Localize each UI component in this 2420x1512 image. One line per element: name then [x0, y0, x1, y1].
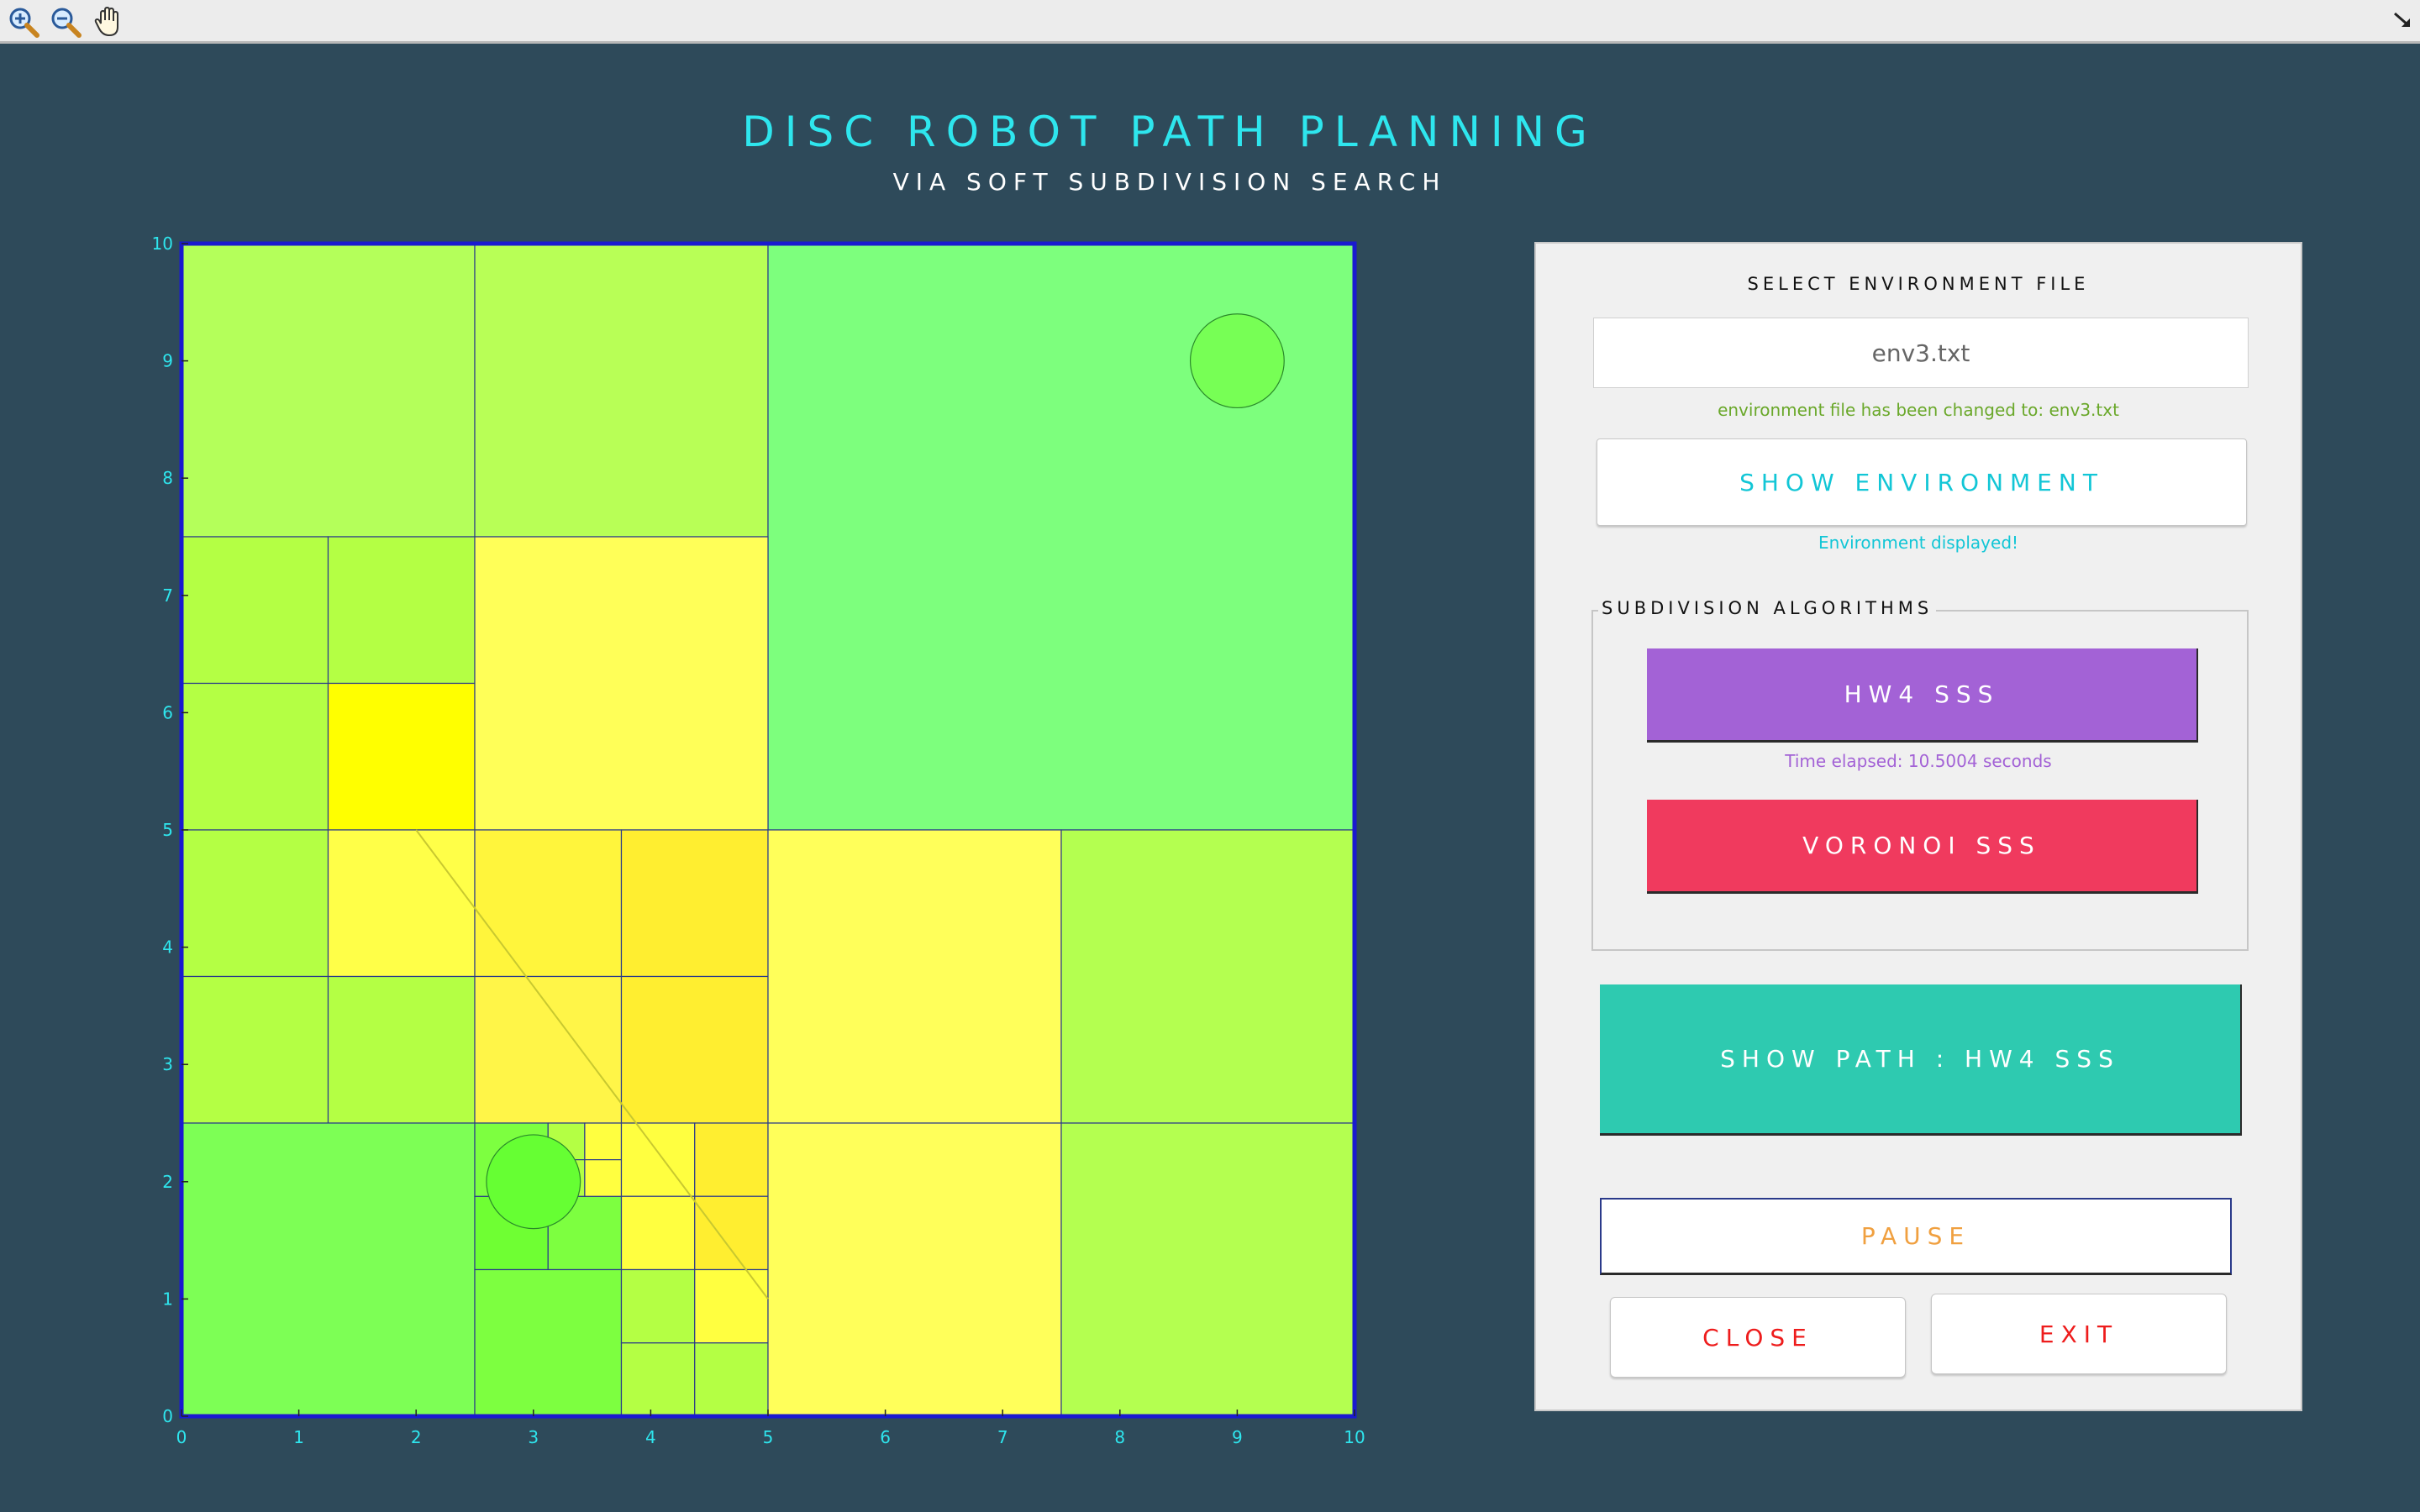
- zoom-out-icon[interactable]: [47, 3, 84, 40]
- subdivision-cell: [181, 243, 476, 538]
- y-tick-label: 7: [162, 585, 173, 606]
- subdivision-cell: [620, 975, 769, 1124]
- hw4-sss-button[interactable]: HW4 SSS: [1647, 648, 2198, 743]
- y-tick-label: 2: [162, 1172, 173, 1192]
- subdivision-cell: [181, 682, 329, 831]
- y-tick-label: 6: [162, 702, 173, 722]
- subdivision-cell: [584, 1122, 623, 1161]
- y-tick-label: 1: [162, 1289, 173, 1309]
- subdivision-cell: [327, 975, 476, 1124]
- subdivision-cell: [694, 1268, 769, 1344]
- y-tick-label: 3: [162, 1054, 173, 1074]
- environment-plot[interactable]: 0 1 2 3 4 5 6 7 8 9 10 0 1 2 3 4 5 6 7 8 9 10: [126, 227, 1386, 1453]
- subdivision-cell: [767, 829, 1062, 1124]
- page-title: DISC ROBOT PATH PLANNING: [742, 108, 1597, 156]
- x-tick-label: 0: [176, 1427, 187, 1447]
- subdivision-cell: [1060, 829, 1355, 1124]
- figure-toolbar: [0, 0, 2420, 44]
- subdivision-cell: [181, 1122, 476, 1417]
- x-tick-label: 1: [293, 1427, 304, 1447]
- start-disc: [486, 1134, 581, 1230]
- x-tick-label: 10: [1344, 1427, 1365, 1447]
- time-elapsed-text: Time elapsed: 10.5004 seconds: [1785, 751, 2052, 771]
- pan-hand-icon[interactable]: [91, 3, 128, 40]
- subdivision-cell: [694, 1195, 769, 1271]
- goal-disc: [1189, 313, 1285, 409]
- subdivision-cell: [181, 975, 329, 1124]
- x-tick-label: 8: [1114, 1427, 1125, 1447]
- zoom-in-icon[interactable]: [5, 3, 42, 40]
- subdivision-cell: [474, 536, 769, 831]
- x-tick-label: 3: [528, 1427, 539, 1447]
- x-tick-label: 6: [880, 1427, 891, 1447]
- subdivision-algorithms-label: SUBDIVISION ALGORITHMS: [1598, 598, 1937, 618]
- subdivision-cell: [620, 1268, 696, 1344]
- environment-file-input[interactable]: [1593, 318, 2249, 388]
- subdivision-cell: [474, 1268, 623, 1417]
- show-path-button[interactable]: SHOW PATH : HW4 SSS: [1600, 984, 2242, 1136]
- subdivision-cell: [327, 536, 476, 685]
- x-tick-label: 2: [411, 1427, 422, 1447]
- x-tick-label: 5: [763, 1427, 774, 1447]
- y-tick-label: 0: [162, 1406, 173, 1426]
- x-tick-label: 7: [997, 1427, 1008, 1447]
- x-tick-label: 9: [1232, 1427, 1243, 1447]
- subdivision-cell: [181, 829, 329, 978]
- subdivision-cell: [620, 1342, 696, 1417]
- show-environment-button[interactable]: SHOW ENVIRONMENT: [1597, 438, 2247, 526]
- subdivision-cell: [1060, 1122, 1355, 1417]
- subdivision-cell: [474, 975, 623, 1124]
- subdivision-cell: [620, 1195, 696, 1271]
- subdivision-cell: [327, 829, 476, 978]
- subdivision-cell: [474, 243, 769, 538]
- y-tick-label: 4: [162, 937, 173, 958]
- y-tick-label: 10: [152, 234, 173, 254]
- select-environment-label: SELECT ENVIRONMENT FILE: [1747, 274, 2090, 294]
- subdivision-cell: [694, 1342, 769, 1417]
- x-tick-label: 4: [645, 1427, 656, 1447]
- exit-button[interactable]: EXIT: [1931, 1294, 2227, 1374]
- pause-button[interactable]: PAUSE: [1600, 1198, 2232, 1275]
- subdivision-cell: [327, 682, 476, 831]
- subdivision-cell: [767, 1122, 1062, 1417]
- close-button[interactable]: CLOSE: [1610, 1297, 1906, 1378]
- environment-status-text: Environment displayed!: [1818, 533, 2019, 553]
- subdivision-cell: [620, 829, 769, 978]
- y-tick-label: 9: [162, 351, 173, 371]
- subdivision-cell: [181, 536, 329, 685]
- page-subtitle: VIA SOFT SUBDIVISION SEARCH: [892, 168, 1447, 196]
- y-tick-label: 5: [162, 820, 173, 840]
- y-tick-label: 8: [162, 468, 173, 488]
- resize-corner-icon[interactable]: [2391, 8, 2413, 30]
- file-status-text: environment file has been changed to: en…: [1718, 400, 2119, 420]
- subdivision-cell: [584, 1159, 623, 1197]
- control-panel: SELECT ENVIRONMENT FILE environment file…: [1534, 242, 2302, 1411]
- voronoi-sss-button[interactable]: VORONOI SSS: [1647, 800, 2198, 894]
- subdivision-cell: [694, 1122, 769, 1197]
- subdivision-cell: [474, 829, 623, 978]
